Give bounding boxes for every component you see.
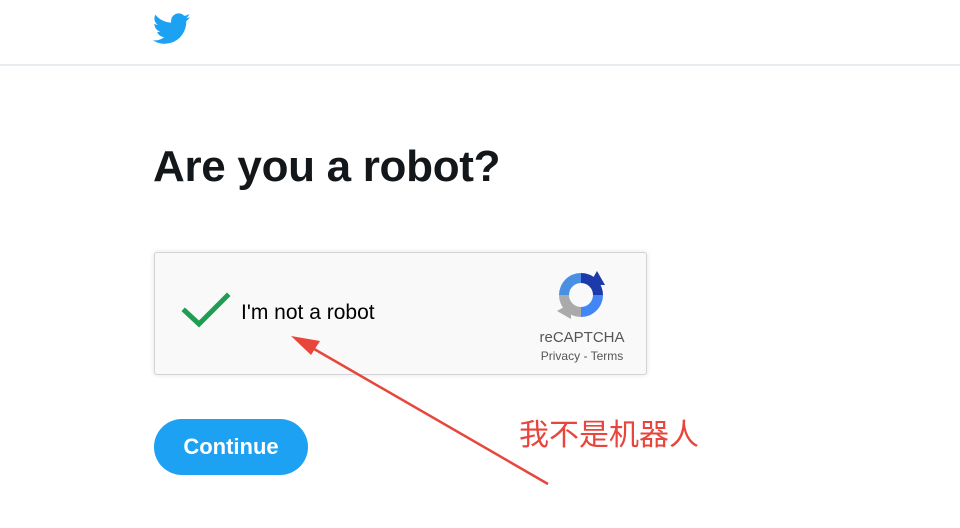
page-title: Are you a robot? (153, 142, 501, 191)
recaptcha-brand-name: reCAPTCHA (539, 329, 625, 346)
recaptcha-widget: I'm not a robot reCAPTCHA Privacy - Term… (154, 252, 647, 375)
link-separator: - (580, 349, 591, 363)
twitter-bird-icon[interactable] (153, 13, 191, 45)
captcha-label: I'm not a robot (241, 301, 375, 324)
checkmark-icon[interactable] (181, 291, 231, 331)
annotation-text: 我不是机器人 (519, 418, 699, 453)
recaptcha-logo-icon (557, 271, 605, 319)
privacy-link[interactable]: Privacy (541, 349, 580, 363)
page: Are you a robot? I'm not a robot reCAPTC… (0, 0, 960, 528)
terms-link[interactable]: Terms (591, 349, 624, 363)
recaptcha-links: Privacy - Terms (533, 349, 631, 363)
top-bar (0, 0, 960, 66)
continue-button[interactable]: Continue (154, 419, 308, 475)
